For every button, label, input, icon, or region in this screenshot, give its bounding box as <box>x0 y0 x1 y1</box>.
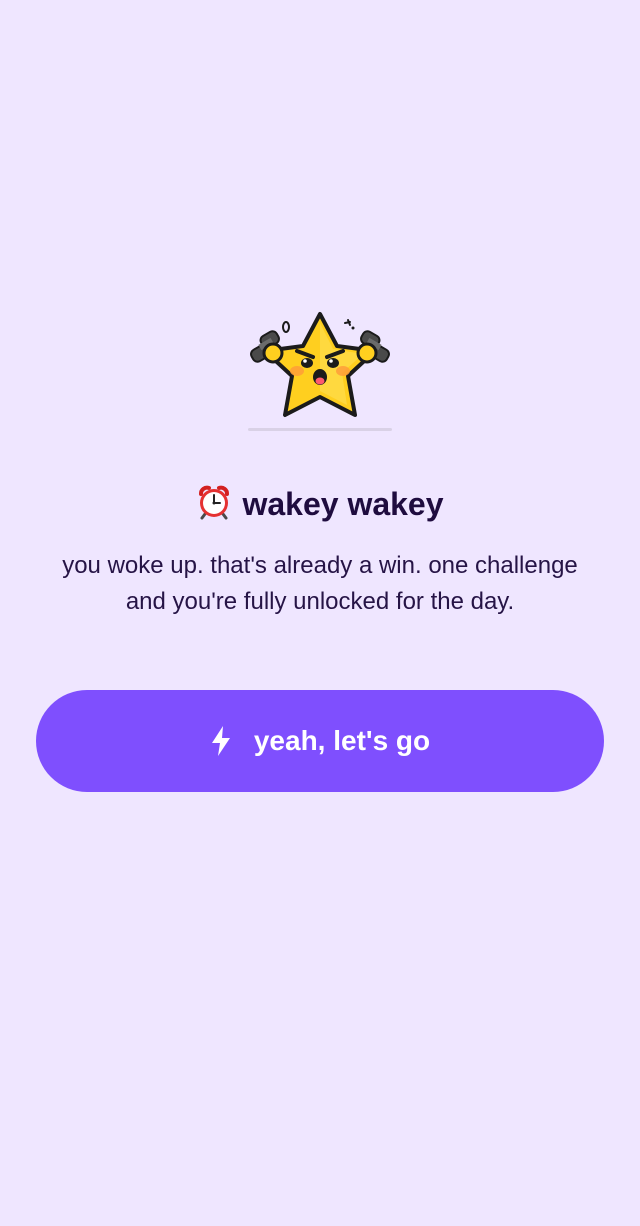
lightning-bolt-icon <box>210 725 232 757</box>
title-text: wakey wakey <box>242 486 444 522</box>
subtitle-text: you woke up. that's already a win. one c… <box>62 552 578 615</box>
alarm-clock-icon <box>196 484 232 520</box>
star-mascot-illustration <box>245 305 395 433</box>
button-label: yeah, let's go <box>253 725 431 756</box>
page-title: wakey wakey <box>0 482 640 526</box>
start-challenge-button[interactable]: yeah, let's go <box>36 690 604 792</box>
